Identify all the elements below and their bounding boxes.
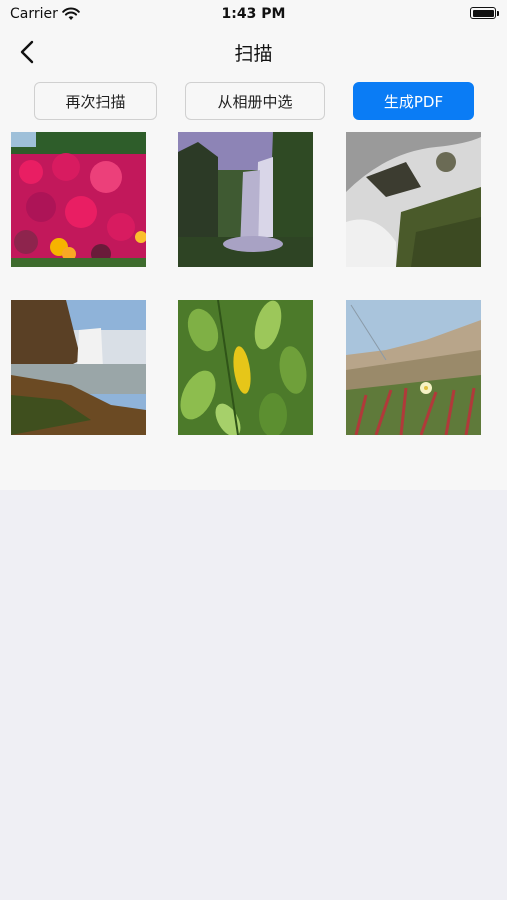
photo-thumbnail-green-leaves[interactable] <box>178 300 313 435</box>
battery-icon <box>470 7 496 19</box>
navigation-bar: 扫描 <box>0 30 507 74</box>
status-bar: Carrier 1:43 PM <box>0 0 507 28</box>
photo-thumbnail-pink-flowers[interactable] <box>11 132 146 267</box>
photo-thumbnail-dune-flower[interactable] <box>346 300 481 435</box>
battery-tip <box>497 11 499 16</box>
choose-from-album-button[interactable]: 从相册中选 <box>185 82 325 120</box>
generate-pdf-button[interactable]: 生成PDF <box>353 82 474 120</box>
page-title: 扫描 <box>234 43 273 65</box>
clock-time: 1:43 PM <box>221 6 286 22</box>
rescan-button[interactable]: 再次扫描 <box>34 82 157 120</box>
photo-thumbnail-waterfall[interactable] <box>178 132 313 267</box>
photo-thumbnail-cliff-waterfall[interactable] <box>11 300 146 435</box>
scan-content-area: Carrier 1:43 PM 扫描 再次扫描 从相册中选 生成PDF <box>0 0 507 490</box>
photo-thumbnail-stream-rocks[interactable] <box>346 132 481 267</box>
